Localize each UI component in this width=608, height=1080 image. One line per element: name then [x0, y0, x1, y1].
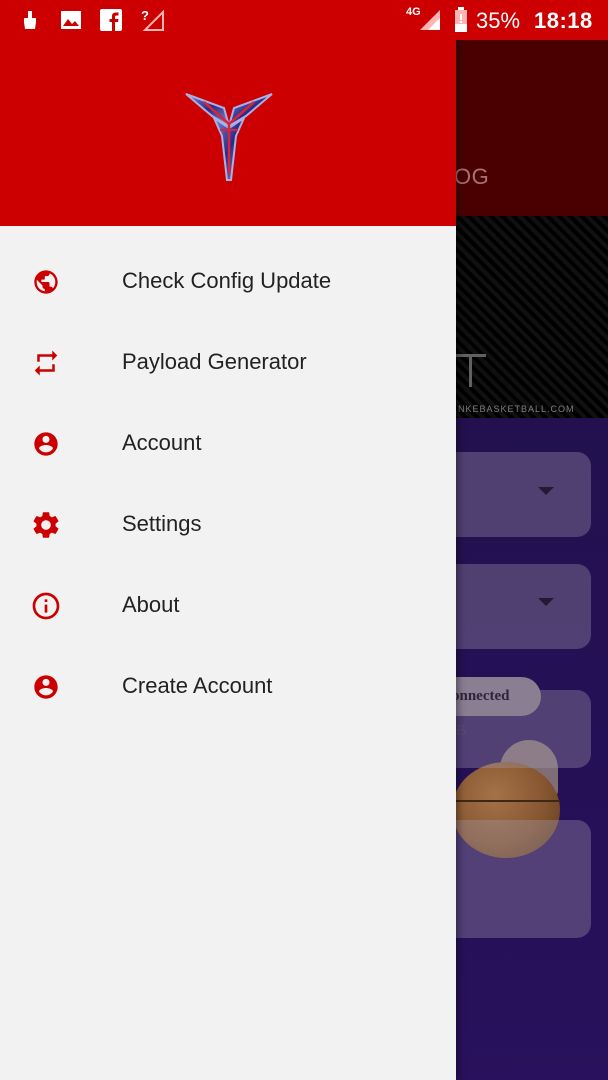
menu-item-settings[interactable]: Settings	[0, 483, 456, 564]
no-signal-icon: ?	[138, 0, 166, 40]
menu-item-label: Account	[122, 429, 202, 455]
repeat-icon	[30, 347, 62, 379]
info-icon	[30, 590, 62, 622]
signal-icon	[418, 0, 442, 40]
menu-item-payload-generator[interactable]: Payload Generator	[0, 321, 456, 402]
menu-item-label: Create Account	[122, 672, 273, 698]
menu-item-label: About	[122, 591, 180, 617]
drawer-menu: Check Config Update Payload Generator Ac…	[0, 240, 456, 726]
facebook-icon	[98, 0, 124, 40]
menu-item-create-account[interactable]: Create Account	[0, 645, 456, 726]
menu-item-label: Payload Generator	[122, 348, 307, 374]
battery-percentage: 35%	[476, 8, 521, 33]
clock: 18:18	[534, 8, 593, 33]
menu-item-label: Check Config Update	[122, 267, 332, 293]
menu-item-about[interactable]: About	[0, 564, 456, 645]
account-circle-icon	[30, 671, 62, 703]
globe-icon	[30, 266, 62, 298]
battery-icon	[452, 0, 470, 40]
app-logo	[185, 93, 273, 181]
drawer-header	[0, 40, 456, 226]
menu-item-account[interactable]: Account	[0, 402, 456, 483]
account-circle-icon	[30, 428, 62, 460]
gear-icon	[30, 509, 62, 541]
navigation-drawer: Check Config Update Payload Generator Ac…	[0, 0, 456, 1080]
status-bar: ? 4G 35% 18:18	[0, 0, 608, 40]
cleaner-icon	[18, 0, 42, 40]
gallery-icon	[58, 0, 84, 40]
svg-text:?: ?	[141, 8, 149, 23]
menu-item-check-config-update[interactable]: Check Config Update	[0, 240, 456, 321]
menu-item-label: Settings	[122, 510, 202, 536]
